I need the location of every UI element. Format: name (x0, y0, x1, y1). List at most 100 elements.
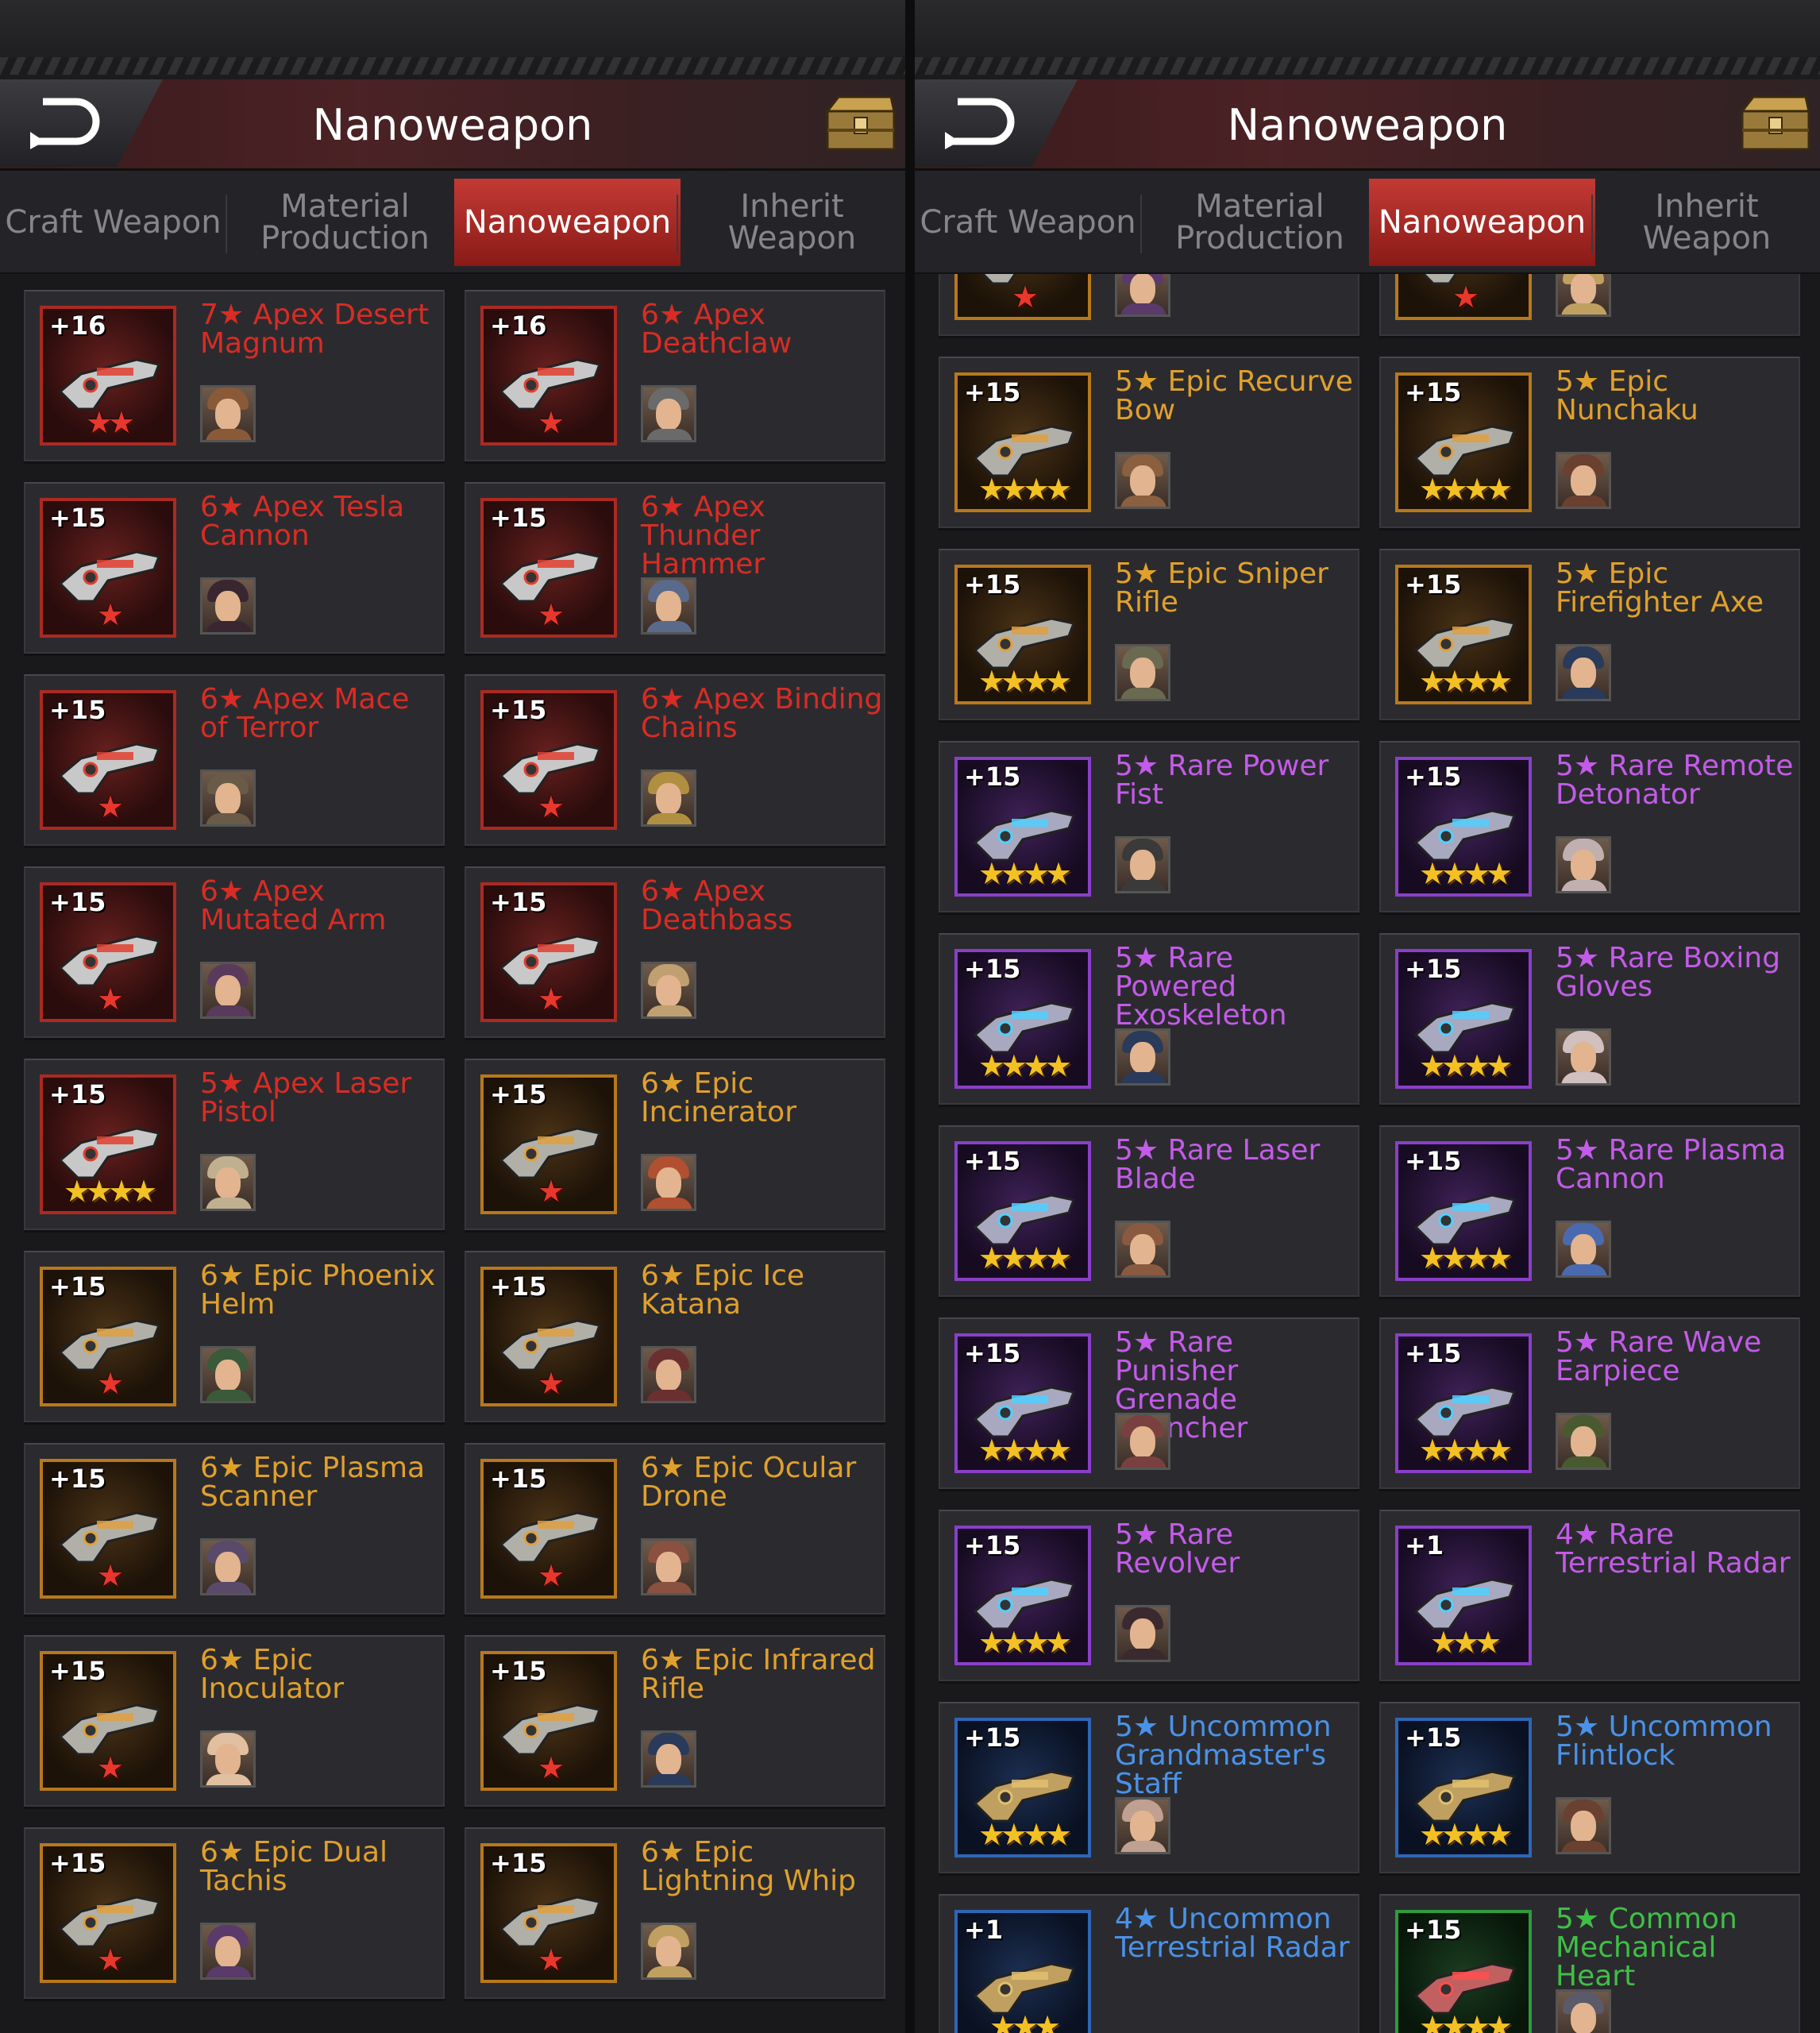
hero-avatar[interactable] (1115, 1797, 1170, 1854)
weapon-list[interactable]: +16 ★★ 7★ Apex Desert Magnum +16 ★ 6★ Apex De… (0, 274, 905, 2033)
weapon-card[interactable]: +15 ★★★★ 5★ Rare Punisher Grenade Launcher (939, 1317, 1359, 1489)
weapon-card[interactable]: +15 ★★★★ 5★ Epic Sniper Rifle (939, 549, 1359, 720)
weapon-card[interactable]: ★ (939, 274, 1359, 336)
hero-avatar[interactable] (1556, 1028, 1611, 1086)
hero-avatar[interactable] (641, 385, 696, 442)
weapon-card[interactable]: +15 ★★★★ 5★ Epic Nunchaku (1379, 357, 1800, 528)
hero-avatar[interactable] (1115, 836, 1170, 893)
hero-avatar[interactable] (1556, 452, 1611, 509)
hero-avatar[interactable] (1115, 1221, 1170, 1278)
tab-label: Nanoweapon (463, 204, 672, 241)
hero-avatar[interactable] (200, 1730, 256, 1788)
weapon-list[interactable]: ★ ★ +15 ★★★★ 5★ Epic Recurve Bow +15 ★★★★ 5★ Ep… (915, 274, 1820, 2033)
weapon-card[interactable]: +15 ★★★★ 5★ Epic Firefighter Axe (1379, 549, 1800, 720)
enhance-level: +15 (1405, 1722, 1462, 1753)
hero-avatar[interactable] (641, 577, 696, 635)
hero-avatar[interactable] (641, 1346, 696, 1403)
hero-body (1561, 688, 1607, 699)
hero-avatar[interactable] (1556, 1797, 1611, 1854)
hero-avatar[interactable] (200, 1154, 256, 1211)
hero-avatar[interactable] (641, 1538, 696, 1595)
tab-material-production[interactable]: Material Production (232, 179, 458, 266)
weapon-icon-frame: +15 ★★★★ (954, 1333, 1091, 1473)
weapon-card[interactable]: +15 ★ 6★ Apex Tesla Cannon (24, 482, 445, 654)
hero-avatar[interactable] (641, 962, 696, 1019)
hero-avatar[interactable] (200, 1538, 256, 1595)
hero-avatar[interactable] (1115, 1413, 1170, 1470)
weapon-card[interactable]: +15 ★ 6★ Apex Mutated Arm (24, 866, 445, 1038)
weapon-card[interactable]: +15 ★ 6★ Epic Phoenix Helm (24, 1251, 445, 1422)
weapon-card[interactable]: +16 ★ 6★ Apex Deathclaw (465, 290, 885, 461)
treasure-chest-button[interactable] (823, 91, 899, 157)
weapon-card[interactable]: +15 ★ 6★ Epic Plasma Scanner (24, 1443, 445, 1614)
weapon-card[interactable]: +15 ★ 6★ Apex Deathbass (465, 866, 885, 1038)
hero-avatar[interactable] (200, 770, 256, 827)
hero-avatar[interactable] (1556, 1221, 1611, 1278)
weapon-card[interactable]: +15 ★★★★ 5★ Rare Power Fist (939, 741, 1359, 912)
hero-avatar[interactable] (200, 385, 256, 442)
hero-avatar[interactable] (1115, 452, 1170, 509)
weapon-card[interactable]: +15 ★★★★ 5★ Rare Remote Detonator (1379, 741, 1800, 912)
weapon-card[interactable]: +15 ★★★★ 5★ Common Mechanical Heart (1379, 1894, 1800, 2033)
weapon-card[interactable]: +15 ★ 6★ Epic Dual Tachis (24, 1827, 445, 1999)
weapon-card[interactable]: +1 ★★★ 4★ Uncommon Terrestrial Radar (939, 1894, 1359, 2033)
hero-avatar[interactable] (1115, 644, 1170, 701)
weapon-card[interactable]: +15 ★ 6★ Epic Infrared Rifle (465, 1635, 885, 1807)
hero-body (646, 1774, 692, 1785)
weapon-card[interactable]: +15 ★ 6★ Epic Inoculator (24, 1635, 445, 1807)
weapon-icon-frame: +15 ★★★★ (1395, 1718, 1532, 1857)
hero-avatar[interactable] (200, 1923, 256, 1980)
weapon-card[interactable]: +15 ★ 6★ Epic Ice Katana (465, 1251, 885, 1422)
hero-face (1571, 2003, 1596, 2033)
hero-avatar[interactable] (641, 1154, 696, 1211)
hero-avatar[interactable] (1556, 1413, 1611, 1470)
weapon-card[interactable]: +15 ★ 6★ Epic Incinerator (465, 1059, 885, 1230)
weapon-card[interactable]: ★ (1379, 274, 1800, 336)
weapon-card[interactable]: +15 ★ 6★ Apex Mace of Terror (24, 674, 445, 846)
hero-avatar[interactable] (200, 577, 256, 635)
hero-avatar[interactable] (1115, 1605, 1170, 1662)
weapon-icon-frame: ★ (1395, 274, 1532, 320)
tab-craft-weapon[interactable]: Craft Weapon (915, 179, 1141, 266)
weapon-card[interactable]: +15 ★★★★ 5★ Rare Revolver (939, 1510, 1359, 1681)
hero-avatar[interactable] (1556, 274, 1611, 317)
hero-avatar[interactable] (200, 962, 256, 1019)
tab-nanoweapon[interactable]: Nanoweapon (1369, 179, 1595, 266)
hero-avatar[interactable] (1115, 274, 1170, 317)
weapon-card[interactable]: +15 ★★★★ 5★ Rare Boxing Gloves (1379, 933, 1800, 1105)
hero-avatar[interactable] (641, 770, 696, 827)
hero-avatar[interactable] (1556, 644, 1611, 701)
hero-avatar[interactable] (1115, 1028, 1170, 1086)
hero-avatar[interactable] (1556, 836, 1611, 893)
weapon-card[interactable]: +15 ★★★★ 5★ Uncommon Flintlock (1379, 1702, 1800, 1873)
tab-material-production[interactable]: Material Production (1147, 179, 1373, 266)
star-rating: ★★★★ (977, 856, 1072, 891)
tab-craft-weapon[interactable]: Craft Weapon (0, 179, 226, 266)
weapon-card[interactable]: +15 ★★★★ 5★ Apex Laser Pistol (24, 1059, 445, 1230)
weapon-card[interactable]: +15 ★★★★ 5★ Epic Recurve Bow (939, 357, 1359, 528)
weapon-card[interactable]: +16 ★★ 7★ Apex Desert Magnum (24, 290, 445, 461)
hero-avatar[interactable] (641, 1923, 696, 1980)
hero-avatar[interactable] (200, 1346, 256, 1403)
weapon-card[interactable]: +15 ★ 6★ Epic Ocular Drone (465, 1443, 885, 1614)
weapon-card[interactable]: +15 ★★★★ 5★ Rare Plasma Cannon (1379, 1125, 1800, 1297)
weapon-card[interactable]: +15 ★ 6★ Epic Lightning Whip (465, 1827, 885, 1999)
hero-face (1130, 1426, 1155, 1458)
weapon-icon-frame: +15 ★ (480, 1267, 617, 1406)
hero-face (1130, 465, 1155, 497)
weapon-card[interactable]: +15 ★ 6★ Apex Binding Chains (465, 674, 885, 846)
enhance-level: +15 (964, 762, 1021, 792)
weapon-name: 5★ Common Mechanical Heart (1556, 1903, 1737, 1992)
weapon-card[interactable]: +15 ★★★★ 5★ Uncommon Grandmaster's Staff (939, 1702, 1359, 1873)
tab-inherit-weapon[interactable]: Inherit Weapon (1594, 179, 1820, 266)
hero-avatar[interactable] (1556, 1989, 1611, 2033)
weapon-card[interactable]: +15 ★★★★ 5★ Rare Wave Earpiece (1379, 1317, 1800, 1489)
weapon-card[interactable]: +1 ★★★ 4★ Rare Terrestrial Radar (1379, 1510, 1800, 1681)
weapon-card[interactable]: +15 ★ 6★ Apex Thunder Hammer (465, 482, 885, 654)
weapon-card[interactable]: +15 ★★★★ 5★ Rare Laser Blade (939, 1125, 1359, 1297)
treasure-chest-button[interactable] (1737, 91, 1814, 157)
tab-nanoweapon[interactable]: Nanoweapon (454, 179, 681, 266)
tab-inherit-weapon[interactable]: Inherit Weapon (679, 179, 905, 266)
weapon-card[interactable]: +15 ★★★★ 5★ Rare Powered Exoskeleton (939, 933, 1359, 1105)
hero-avatar[interactable] (641, 1730, 696, 1788)
